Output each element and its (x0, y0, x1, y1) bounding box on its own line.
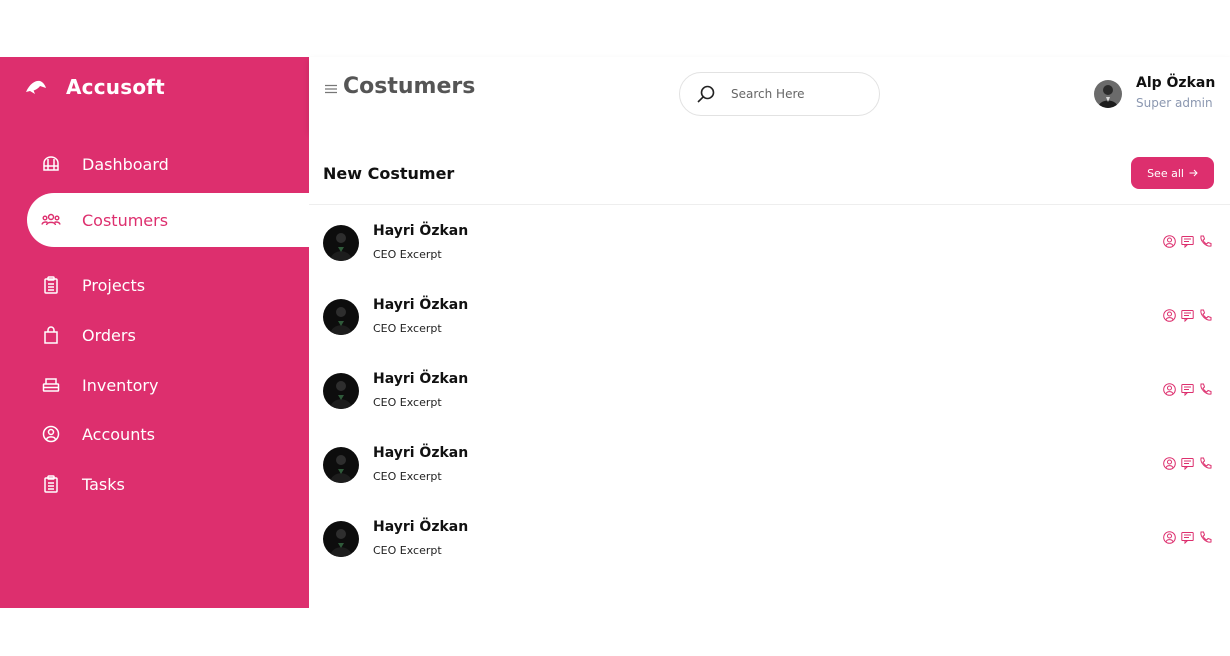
row-actions (1163, 531, 1212, 544)
list-item[interactable]: Hayri Özkan CEO Excerpt (309, 501, 1230, 575)
avatar (323, 447, 359, 483)
dashboard-icon (41, 154, 61, 174)
row-actions (1163, 309, 1212, 322)
customer-name: Hayri Özkan (373, 445, 469, 461)
shopping-bag-icon (41, 325, 61, 345)
phone-icon[interactable] (1199, 235, 1212, 248)
message-icon[interactable] (1181, 235, 1194, 248)
list-item[interactable]: Hayri Özkan CEO Excerpt (309, 353, 1230, 427)
avatar[interactable] (1094, 80, 1122, 108)
phone-icon[interactable] (1199, 457, 1212, 470)
section-header: New Costumer See all (309, 131, 1230, 205)
customer-title: CEO Excerpt (373, 396, 442, 409)
top-header: Costumers Alp Özkan Super admin (309, 57, 1230, 131)
message-icon[interactable] (1181, 457, 1194, 470)
sidebar-item-accounts[interactable]: Accounts (27, 407, 309, 461)
phone-icon[interactable] (1199, 383, 1212, 396)
sidebar-item-dashboard[interactable]: Dashboard (27, 137, 309, 191)
search-icon[interactable] (696, 84, 716, 104)
inventory-icon (41, 375, 61, 395)
avatar (323, 299, 359, 335)
brand-name: Accusoft (66, 75, 165, 99)
customer-name: Hayri Özkan (373, 297, 469, 313)
customer-title: CEO Excerpt (373, 544, 442, 557)
profile-icon[interactable] (1163, 531, 1176, 544)
search-box[interactable] (679, 72, 880, 116)
customer-name: Hayri Özkan (373, 519, 469, 535)
customer-title: CEO Excerpt (373, 470, 442, 483)
user-name: Alp Özkan (1136, 75, 1216, 91)
list-item[interactable]: Hayri Özkan CEO Excerpt (309, 427, 1230, 501)
profile-icon[interactable] (1163, 235, 1176, 248)
phone-icon[interactable] (1199, 531, 1212, 544)
user-profile[interactable]: Alp Özkan Super admin (1094, 75, 1215, 110)
list-item[interactable]: Hayri Özkan CEO Excerpt (309, 279, 1230, 353)
user-role: Super admin (1136, 96, 1213, 110)
clipboard-icon (41, 275, 61, 295)
customer-name: Hayri Özkan (373, 371, 469, 387)
brand[interactable]: Accusoft (24, 75, 165, 99)
see-all-label: See all (1147, 166, 1184, 180)
sidebar-item-costumers[interactable]: Costumers (27, 193, 309, 247)
sidebar-item-label: Tasks (82, 474, 125, 494)
see-all-button[interactable]: See all (1131, 157, 1214, 189)
clipboard-icon (41, 474, 61, 494)
row-actions (1163, 383, 1212, 396)
sidebar-item-orders[interactable]: Orders (27, 308, 309, 362)
customer-name: Hayri Özkan (373, 223, 469, 239)
row-actions (1163, 457, 1212, 470)
avatar (323, 373, 359, 409)
section-title: New Costumer (323, 164, 455, 183)
arrow-right-icon (1189, 169, 1198, 177)
sidebar-item-inventory[interactable]: Inventory (27, 358, 309, 412)
app-window: Accusoft Dashboard Costumers Projects Or… (0, 57, 1230, 608)
sidebar-item-tasks[interactable]: Tasks (27, 457, 309, 511)
sidebar-item-projects[interactable]: Projects (27, 258, 309, 312)
message-icon[interactable] (1181, 383, 1194, 396)
profile-icon[interactable] (1163, 383, 1176, 396)
avatar (323, 225, 359, 261)
sidebar-item-label: Dashboard (82, 154, 169, 174)
phone-icon[interactable] (1199, 309, 1212, 322)
profile-icon[interactable] (1163, 309, 1176, 322)
sidebar-item-label: Projects (82, 275, 146, 295)
user-circle-icon (41, 424, 61, 444)
users-icon (41, 210, 61, 230)
profile-icon[interactable] (1163, 457, 1176, 470)
main-content: New Costumer See all Hayri Özkan CEO Exc… (309, 131, 1230, 608)
sidebar-item-label: Costumers (82, 210, 169, 230)
brand-logo-icon (26, 80, 46, 94)
sidebar-item-label: Inventory (82, 375, 159, 395)
sidebar: Accusoft Dashboard Costumers Projects Or… (0, 57, 309, 608)
customer-title: CEO Excerpt (373, 248, 442, 261)
menu-icon[interactable] (325, 84, 337, 94)
customer-title: CEO Excerpt (373, 322, 442, 335)
search-input[interactable] (731, 87, 861, 101)
sidebar-item-label: Orders (82, 325, 136, 345)
row-actions (1163, 235, 1212, 248)
sidebar-item-label: Accounts (82, 424, 155, 444)
avatar (323, 521, 359, 557)
list-item[interactable]: Hayri Özkan CEO Excerpt (309, 205, 1230, 279)
message-icon[interactable] (1181, 531, 1194, 544)
message-icon[interactable] (1181, 309, 1194, 322)
page-title: Costumers (343, 74, 476, 99)
